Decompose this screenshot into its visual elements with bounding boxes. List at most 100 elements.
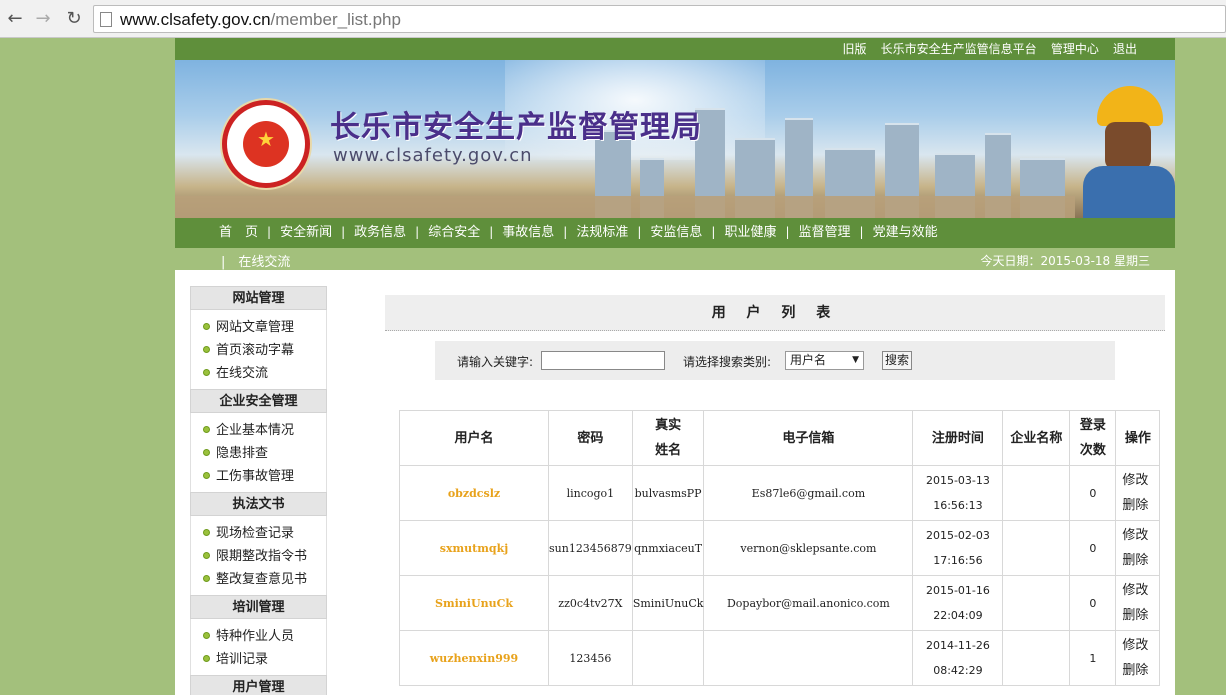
nav-supervision-mgmt[interactable]: 监督管理 bbox=[799, 218, 851, 248]
link-platform[interactable]: 长乐市安全生产监管信息平台 bbox=[881, 42, 1037, 56]
header-actions: 操作 bbox=[1115, 410, 1161, 466]
cell-actions: 修改 删除 bbox=[1115, 520, 1161, 576]
delete-link[interactable]: 删除 bbox=[1122, 603, 1159, 628]
edit-link[interactable]: 修改 bbox=[1122, 578, 1159, 603]
sidebar-section-list: 特种作业人员 培训记录 bbox=[190, 619, 327, 675]
nav-sep: | bbox=[267, 225, 272, 239]
edit-link[interactable]: 修改 bbox=[1122, 633, 1159, 658]
nav-sep: | bbox=[859, 225, 864, 239]
header-email: 电子信箱 bbox=[703, 410, 914, 466]
sidebar-item-review-opinion[interactable]: 整改复查意见书 bbox=[203, 568, 326, 591]
cell-password: 123456 bbox=[548, 630, 633, 686]
cell-company bbox=[1002, 520, 1071, 576]
nav-sep: | bbox=[711, 225, 716, 239]
sidebar-item-rectify-order[interactable]: 限期整改指令书 bbox=[203, 545, 326, 568]
back-arrow-icon[interactable]: ← bbox=[4, 8, 26, 30]
nav-accident-info[interactable]: 事故信息 bbox=[502, 218, 554, 248]
cell-regtime: 2014-11-26 08:42:29 bbox=[912, 630, 1004, 686]
cell-password: lincogo1 bbox=[548, 465, 633, 521]
sidebar-item-label: 企业基本情况 bbox=[216, 423, 295, 438]
cell-realname: bulvasmsPP bbox=[631, 465, 705, 521]
nav-sep: | bbox=[563, 225, 568, 239]
search-bar: 请输入关键字: 请选择搜索类别: 用户名 ▼ 搜索 bbox=[435, 341, 1115, 380]
category-selected: 用户名 bbox=[790, 353, 827, 367]
sidebar-section-title: 用户管理 bbox=[190, 675, 327, 695]
nav-online-chat[interactable]: | 在线交流 bbox=[221, 251, 290, 270]
nav-general-safety[interactable]: 综合安全 bbox=[428, 218, 480, 248]
regtime-date: 2014-11-26 bbox=[925, 639, 990, 652]
link-logout[interactable]: 退出 bbox=[1113, 42, 1137, 56]
cell-password: sun123456879 bbox=[548, 520, 633, 576]
cell-actions: 修改 删除 bbox=[1115, 575, 1161, 631]
cell-username[interactable]: obzdcslz bbox=[399, 465, 549, 521]
forward-arrow-icon[interactable]: → bbox=[32, 8, 54, 30]
cell-regtime: 2015-02-03 17:16:56 bbox=[912, 520, 1004, 576]
nav-supervision-info[interactable]: 安监信息 bbox=[650, 218, 702, 248]
regtime-time: 22:04:09 bbox=[933, 609, 983, 622]
today-date: 今天日期：2015-03-18 星期三 bbox=[980, 254, 1150, 268]
cell-actions: 修改 删除 bbox=[1115, 465, 1161, 521]
cell-company bbox=[1002, 465, 1071, 521]
sidebar-section-title: 执法文书 bbox=[190, 492, 327, 516]
nav-sep: | bbox=[341, 225, 346, 239]
sidebar-item-training-record[interactable]: 培训记录 bbox=[203, 648, 326, 671]
header-realname-text: 真实姓名 bbox=[655, 418, 682, 458]
sidebar-item-label: 工伤事故管理 bbox=[216, 469, 295, 484]
nav-occupational-health[interactable]: 职业健康 bbox=[724, 218, 776, 248]
cell-username[interactable]: wuzhenxin999 bbox=[399, 630, 549, 686]
header-realname: 真实姓名 bbox=[631, 410, 705, 466]
delete-link[interactable]: 删除 bbox=[1122, 493, 1159, 518]
regtime-time: 16:56:13 bbox=[933, 499, 983, 512]
edit-link[interactable]: 修改 bbox=[1122, 523, 1159, 548]
sidebar-item-label: 隐患排查 bbox=[216, 446, 269, 461]
main-nav: 首 页 | 安全新闻 | 政务信息 | 综合安全 | 事故信息 | 法规标准 | 安监信息 | 职业健康 | 监… bbox=[175, 218, 1175, 248]
site-url-text: www.clsafety.gov.cn bbox=[333, 145, 533, 166]
nav-sep: | bbox=[637, 225, 642, 239]
sidebar-item-article-mgmt[interactable]: 网站文章管理 bbox=[203, 316, 326, 339]
cell-realname bbox=[631, 630, 705, 686]
seal-emblem-icon: ★ bbox=[243, 121, 289, 167]
table-row: SminiUnuCk zz0c4tv27X SminiUnuCk Dopaybo… bbox=[399, 575, 1161, 631]
table-row: obzdcslz lincogo1 bulvasmsPP Es87le6@gma… bbox=[399, 465, 1161, 521]
regtime-date: 2015-01-16 bbox=[925, 584, 990, 597]
address-bar[interactable]: www.clsafety.gov.cn/member_list.php bbox=[93, 5, 1226, 33]
delete-link[interactable]: 删除 bbox=[1122, 658, 1159, 683]
main-panel: 用 户 列 表 请输入关键字: 请选择搜索类别: 用户名 ▼ 搜索 用户名 密码 … bbox=[385, 295, 1165, 686]
banner-skyline-base bbox=[175, 196, 1075, 218]
star-icon: ★ bbox=[257, 127, 275, 151]
sidebar-item-injury-mgmt[interactable]: 工伤事故管理 bbox=[203, 465, 326, 488]
sidebar-item-label: 网站文章管理 bbox=[216, 320, 295, 335]
link-old-version[interactable]: 旧版 bbox=[843, 42, 867, 56]
cell-email: Dopaybor@mail.anonico.com bbox=[703, 575, 914, 631]
sidebar-item-hazard-check[interactable]: 隐患排查 bbox=[203, 442, 326, 465]
cell-regtime: 2015-03-13 16:56:13 bbox=[912, 465, 1004, 521]
category-select[interactable]: 用户名 ▼ bbox=[785, 351, 864, 370]
sidebar-item-enterprise-info[interactable]: 企业基本情况 bbox=[203, 419, 326, 442]
delete-link[interactable]: 删除 bbox=[1122, 548, 1159, 573]
cell-company bbox=[1002, 575, 1071, 631]
keyword-input[interactable] bbox=[541, 351, 665, 370]
nav-party-building[interactable]: 党建与效能 bbox=[873, 218, 938, 248]
sidebar-item-inspection-record[interactable]: 现场检查记录 bbox=[203, 522, 326, 545]
header-regtime: 注册时间 bbox=[912, 410, 1004, 466]
cell-login-count: 0 bbox=[1069, 575, 1117, 631]
search-button[interactable]: 搜索 bbox=[882, 351, 912, 370]
nav-gov-info[interactable]: 政务信息 bbox=[354, 218, 406, 248]
nav-safety-news[interactable]: 安全新闻 bbox=[280, 218, 332, 248]
link-admin-center[interactable]: 管理中心 bbox=[1051, 42, 1099, 56]
page-icon bbox=[100, 12, 112, 27]
edit-link[interactable]: 修改 bbox=[1122, 468, 1159, 493]
cell-username[interactable]: SminiUnuCk bbox=[399, 575, 549, 631]
site-banner: ★ 长乐市安全生产监督管理局 www.clsafety.gov.cn bbox=[175, 60, 1175, 218]
sidebar-item-online-chat[interactable]: 在线交流 bbox=[203, 362, 326, 385]
regtime-date: 2015-02-03 bbox=[925, 529, 990, 542]
bullet-icon bbox=[203, 552, 210, 559]
cell-username[interactable]: sxmutmqkj bbox=[399, 520, 549, 576]
sidebar-item-scroll-ticker[interactable]: 首页滚动字幕 bbox=[203, 339, 326, 362]
table-row: sxmutmqkj sun123456879 qnmxiaceuT vernon… bbox=[399, 520, 1161, 576]
reload-icon[interactable]: ↻ bbox=[63, 8, 85, 30]
nav-home[interactable]: 首 页 bbox=[219, 218, 258, 248]
worker-face bbox=[1105, 122, 1151, 170]
sidebar-item-special-workers[interactable]: 特种作业人员 bbox=[203, 625, 326, 648]
nav-regulations[interactable]: 法规标准 bbox=[576, 218, 628, 248]
